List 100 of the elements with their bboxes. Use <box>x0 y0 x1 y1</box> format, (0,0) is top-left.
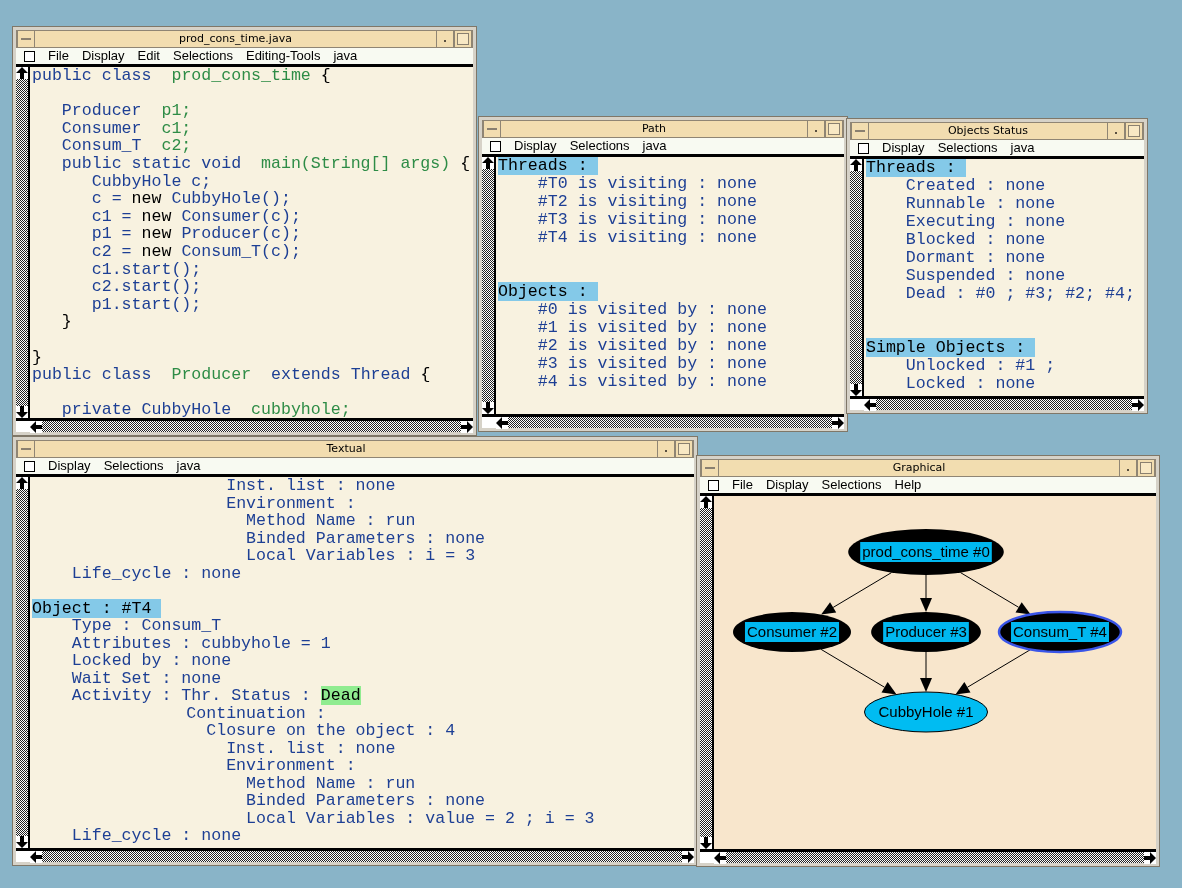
menu-item[interactable]: java <box>333 48 358 64</box>
edge-arrow <box>960 572 1031 615</box>
menu-box-icon[interactable] <box>24 460 35 472</box>
menu-item[interactable]: Display <box>48 458 91 474</box>
menu-item[interactable]: File <box>732 477 753 493</box>
horizontal-scrollbar[interactable] <box>700 849 1156 863</box>
down-arrow-icon <box>482 402 494 414</box>
maximize-button[interactable] <box>675 441 693 457</box>
list-entry: #T3 is visiting : none <box>537 210 757 229</box>
code-line: Consum_T c2; <box>60 136 192 156</box>
down-arrow-icon <box>16 406 28 418</box>
minimize-button[interactable] <box>1107 123 1125 139</box>
scrollbar-corner <box>482 417 496 428</box>
graph-node[interactable] <box>863 691 989 733</box>
scrollbar-corner <box>16 851 30 862</box>
tree-entry: Method Name : run <box>246 773 416 793</box>
tree-entry: Continuation : <box>186 703 326 723</box>
horizontal-scrollbar[interactable] <box>850 396 1144 410</box>
tree-entry: Environment : <box>226 493 356 513</box>
right-arrow-icon <box>1144 851 1156 864</box>
tree-entry: Locked by : none <box>71 651 232 670</box>
menu-item[interactable]: Selections <box>821 477 882 493</box>
menu-item[interactable]: Display <box>765 477 809 493</box>
section-header: Threads : <box>866 159 966 177</box>
maximize-button[interactable] <box>454 31 472 47</box>
window-title: Graphical <box>891 460 947 476</box>
menu-item[interactable]: Editing-Tools <box>245 48 321 64</box>
tree-entry: Method Name : run <box>246 511 416 530</box>
list-entry: Created : none <box>905 176 1046 195</box>
maximize-button[interactable] <box>825 121 843 137</box>
code-line: } <box>60 312 72 332</box>
vertical-scrollbar[interactable] <box>16 67 30 418</box>
scrollbar-corner <box>850 399 864 410</box>
section-header: Objects : <box>498 282 598 301</box>
left-arrow-icon <box>714 851 726 864</box>
menu-item[interactable]: Selections <box>173 48 233 64</box>
menu-item[interactable]: File <box>48 48 69 64</box>
menu-item[interactable]: java <box>642 138 667 154</box>
list-entry: #1 is visited by : none <box>537 318 767 337</box>
vertical-scrollbar[interactable] <box>16 477 30 848</box>
window-title: prod_cons_time.java <box>178 31 293 47</box>
edge-arrow <box>821 572 892 615</box>
window-title: Objects Status <box>946 123 1030 139</box>
node-label: Consumer #2 <box>745 622 839 642</box>
minimize-button[interactable] <box>436 31 454 47</box>
menu-item[interactable]: Edit <box>137 48 160 64</box>
tree-entry: Life_cycle : none <box>71 563 242 583</box>
minimize-button[interactable] <box>657 441 675 457</box>
tree-entry: Inst. list : none <box>226 738 396 758</box>
menu-box-icon[interactable] <box>858 142 869 154</box>
right-arrow-icon <box>682 850 694 863</box>
list-entry: #2 is visited by : none <box>537 336 767 355</box>
tree-entry: Binded Parameters : none <box>246 791 486 810</box>
horizontal-scrollbar[interactable] <box>16 418 473 432</box>
maximize-button[interactable] <box>1125 123 1143 139</box>
code-line: public class Producer extends Thread { <box>32 365 431 385</box>
menu-box-icon[interactable] <box>708 479 719 491</box>
menu-box-icon[interactable] <box>24 50 35 62</box>
down-arrow-icon <box>700 837 712 849</box>
vertical-scrollbar[interactable] <box>482 157 496 414</box>
left-arrow-icon <box>30 850 42 863</box>
node-label: Consum_T #4 <box>1011 622 1109 642</box>
menu-item[interactable]: Help <box>894 477 922 493</box>
code-line: c2 = new Consum_T(c); <box>90 241 301 261</box>
menu-item[interactable]: java <box>176 458 201 474</box>
tree-entry: Wait Set : none <box>71 668 222 688</box>
maximize-button[interactable] <box>1137 460 1155 476</box>
list-entry: #4 is visited by : none <box>537 372 767 391</box>
minimize-button[interactable] <box>1119 460 1137 476</box>
list-entry: Locked : none <box>905 374 1036 393</box>
edge-arrow <box>920 574 932 612</box>
menu-item[interactable]: Selections <box>937 140 998 156</box>
menu-box-icon[interactable] <box>490 140 501 152</box>
left-arrow-icon <box>30 420 42 433</box>
menu-item[interactable]: Display <box>514 138 557 154</box>
menu-item[interactable]: Display <box>81 48 125 64</box>
menu-item[interactable]: Selections <box>103 458 164 474</box>
tree-entry: Inst. list : none <box>226 477 396 495</box>
list-entry: Blocked : none <box>905 230 1046 249</box>
node-label: Producer #3 <box>883 622 969 642</box>
tree-entry: Life_cycle : none <box>71 826 242 845</box>
menu-item[interactable]: Selections <box>569 138 630 154</box>
list-entry: Dormant : none <box>905 248 1046 267</box>
horizontal-scrollbar[interactable] <box>482 414 844 428</box>
horizontal-scrollbar[interactable] <box>16 848 694 862</box>
section-header: Threads : <box>498 157 598 175</box>
edge-arrow <box>920 651 932 692</box>
vertical-scrollbar[interactable] <box>850 159 864 396</box>
down-arrow-icon <box>850 384 862 396</box>
right-arrow-icon <box>461 420 473 433</box>
vertical-scrollbar[interactable] <box>700 496 714 849</box>
code-line: c = new CubbyHole(); <box>90 189 291 209</box>
menu-item[interactable]: Display <box>882 140 925 156</box>
left-arrow-icon <box>496 416 508 429</box>
list-entry: Suspended : none <box>905 266 1066 285</box>
menu-item[interactable]: java <box>1010 140 1035 156</box>
object-header: Object : #T4 <box>32 598 162 618</box>
minimize-button[interactable] <box>807 121 825 137</box>
code-line: } <box>32 347 42 367</box>
code-line: p1.start(); <box>90 294 202 314</box>
